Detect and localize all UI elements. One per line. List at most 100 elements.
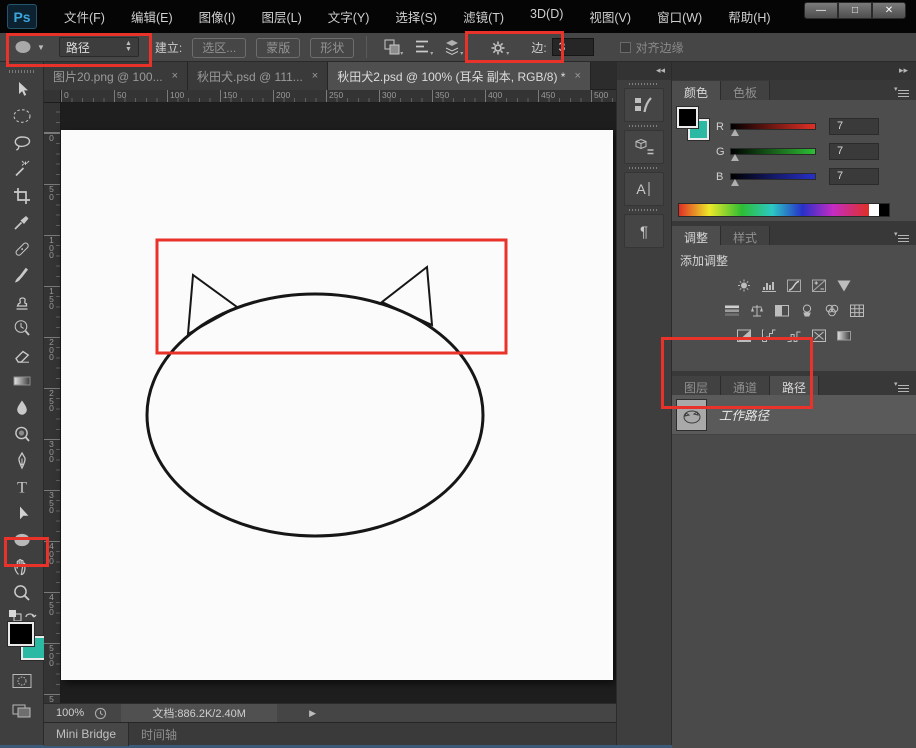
make-shape-button[interactable]: 形状 [310, 37, 355, 58]
channel-mixer-icon[interactable] [819, 302, 844, 319]
color-swatch-widget[interactable] [7, 621, 47, 666]
menu-file[interactable]: 文件(F) [51, 2, 118, 31]
zoom-tool[interactable] [7, 581, 37, 606]
panel-grip[interactable] [629, 125, 659, 127]
make-selection-button[interactable]: 选区... [192, 37, 247, 58]
red-value-field[interactable]: 7 [829, 118, 879, 135]
mini-swatch-swap-row[interactable] [7, 608, 37, 622]
tool-preset-picker[interactable]: ▼ [12, 37, 45, 57]
document-tab-3[interactable]: 秋田犬2.psd @ 100% (耳朵 副本, RGB/8) * × [328, 62, 591, 90]
path-operations-icon[interactable]: ▾ [381, 37, 403, 57]
path-select-tool[interactable] [7, 501, 37, 526]
spot-heal-tool[interactable] [7, 236, 37, 261]
history-brush-tool[interactable] [7, 316, 37, 341]
tab-timeline[interactable]: 时间轴 [129, 723, 189, 746]
close-icon[interactable]: × [574, 70, 580, 82]
move-tool[interactable] [7, 77, 37, 102]
menu-layer[interactable]: 图层(L) [248, 2, 314, 31]
sides-input[interactable]: 3 [551, 38, 594, 56]
marquee-tool[interactable] [7, 104, 37, 129]
paragraph-panel-icon[interactable]: ¶ [624, 214, 664, 248]
menu-image[interactable]: 图像(I) [186, 2, 249, 31]
lasso-tool[interactable] [7, 130, 37, 155]
paths-tab-路径[interactable]: 路径 [770, 376, 820, 395]
zoom-level[interactable]: 100% [56, 707, 84, 719]
tool-mode-select[interactable]: 路径 ▲ ▼ [58, 37, 139, 57]
expand-panels-arrow-icon[interactable]: ▸▸ [672, 62, 916, 80]
type-tool[interactable]: T [7, 475, 37, 500]
panel-foreground-swatch[interactable] [676, 106, 699, 129]
crop-tool[interactable] [7, 183, 37, 208]
path-arrangement-icon[interactable]: ▾ [441, 37, 463, 57]
eraser-tool[interactable] [7, 342, 37, 367]
magic-wand-tool[interactable] [7, 157, 37, 182]
red-slider-thumb[interactable] [731, 129, 739, 136]
tab-mini-bridge[interactable]: Mini Bridge [44, 722, 130, 746]
pen-tool[interactable] [7, 448, 37, 473]
brightness-contrast-icon[interactable] [732, 277, 757, 294]
exposure-icon[interactable] [807, 277, 832, 294]
curves-icon[interactable] [782, 277, 807, 294]
blue-value-field[interactable]: 7 [829, 168, 879, 185]
align-edges-checkbox[interactable]: 对齐边缘 [619, 39, 684, 56]
properties-panel-icon[interactable] [624, 130, 664, 164]
green-slider-thumb[interactable] [731, 154, 739, 161]
geometry-settings-button[interactable]: ▾ [487, 37, 509, 57]
history-panel-icon[interactable] [624, 88, 664, 122]
eyedropper-tool[interactable] [7, 210, 37, 235]
make-mask-button[interactable]: 蒙版 [256, 37, 301, 58]
color-balance-icon[interactable] [744, 302, 769, 319]
color-tab-颜色[interactable]: 颜色 [672, 81, 722, 100]
blur-tool[interactable] [7, 395, 37, 420]
color-spectrum-ramp[interactable] [678, 203, 890, 217]
document-canvas[interactable] [61, 130, 613, 680]
invert-icon[interactable] [732, 327, 757, 344]
screen-mode-button[interactable] [7, 702, 37, 720]
threshold-icon[interactable] [782, 327, 807, 344]
close-button[interactable]: ✕ [872, 2, 906, 19]
green-slider-track[interactable] [730, 148, 816, 161]
adjustments-tab-样式[interactable]: 样式 [721, 226, 771, 245]
panel-grip[interactable] [629, 167, 659, 169]
green-value-field[interactable]: 7 [829, 143, 879, 160]
path-alignment-icon[interactable]: ▾ [411, 37, 433, 57]
clone-stamp-tool[interactable] [7, 289, 37, 314]
paths-tab-图层[interactable]: 图层 [672, 376, 722, 395]
selective-color-icon[interactable] [807, 327, 832, 344]
hand-tool[interactable] [7, 554, 37, 579]
photo-filter-icon[interactable] [794, 302, 819, 319]
gradient-map-icon[interactable] [832, 327, 857, 344]
character-panel-icon[interactable]: A [624, 172, 664, 206]
color-tab-色板[interactable]: 色板 [721, 81, 771, 100]
black-white-icon[interactable] [769, 302, 794, 319]
ellipse-shape-tool[interactable] [7, 528, 37, 553]
menu-filter[interactable]: 滤镜(T) [450, 2, 517, 31]
close-icon[interactable]: × [172, 70, 178, 82]
panel-menu-icon[interactable]: ▾ [894, 230, 909, 243]
work-path-row[interactable]: 工作路径 [672, 395, 916, 435]
blue-slider-track[interactable] [730, 173, 816, 186]
color-lookup-icon[interactable] [844, 302, 869, 319]
panel-menu-icon[interactable]: ▾ [894, 380, 909, 393]
work-path-thumbnail[interactable] [676, 398, 707, 431]
maximize-button[interactable]: □ [838, 2, 872, 19]
menu-help[interactable]: 帮助(H) [715, 2, 783, 31]
vibrance-icon[interactable] [832, 277, 857, 294]
gradient-tool[interactable] [7, 369, 37, 394]
red-slider-track[interactable] [730, 123, 816, 136]
paths-tab-通道[interactable]: 通道 [721, 376, 771, 395]
panel-color-swatches[interactable] [676, 106, 711, 143]
document-tab-1[interactable]: 图片20.png @ 100... × [44, 62, 189, 90]
foreground-color-swatch[interactable] [7, 621, 35, 647]
panel-grip[interactable] [629, 83, 659, 85]
panel-menu-icon[interactable]: ▾ [894, 85, 909, 98]
levels-icon[interactable] [757, 277, 782, 294]
minimize-button[interactable]: — [804, 2, 838, 19]
menu-type[interactable]: 文字(Y) [315, 2, 383, 31]
brush-tool[interactable] [7, 263, 37, 288]
panel-grip[interactable] [629, 209, 659, 211]
status-options-arrow-icon[interactable]: ▶ [309, 708, 316, 719]
panel-grip[interactable] [8, 70, 35, 73]
hue-saturation-icon[interactable] [719, 302, 744, 319]
document-tab-2[interactable]: 秋田犬.psd @ 111... × [188, 62, 329, 90]
